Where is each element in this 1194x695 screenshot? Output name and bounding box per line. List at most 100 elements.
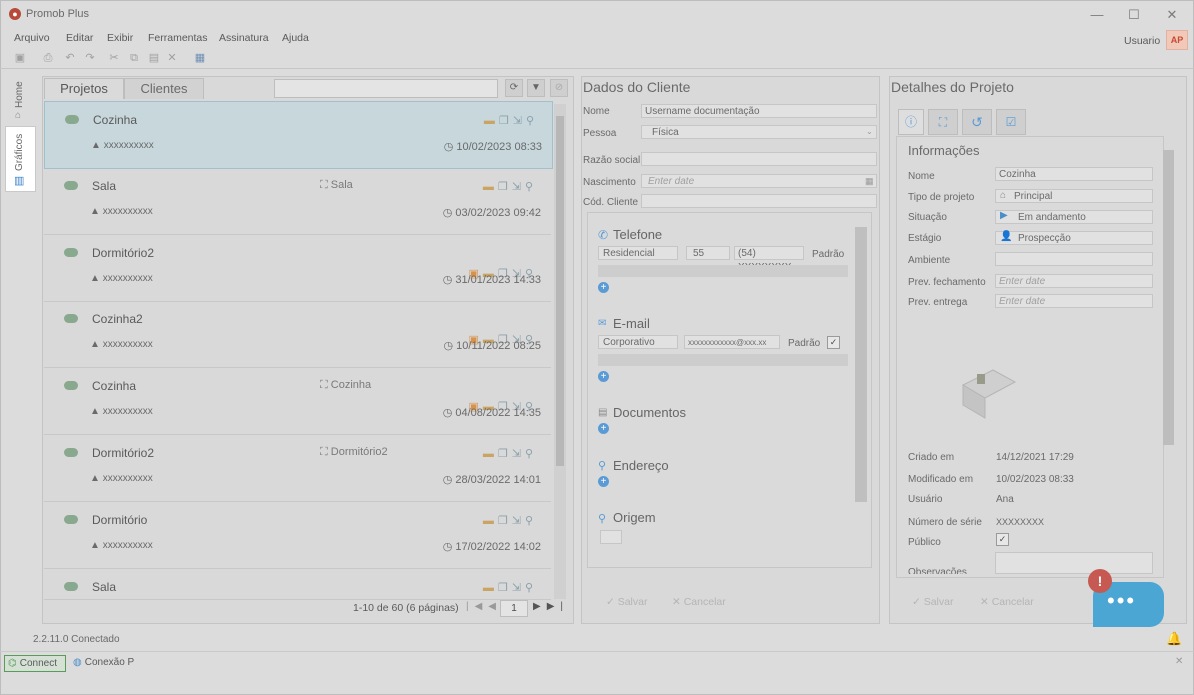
det-situacao-select[interactable]: Em andamento: [995, 210, 1153, 224]
email-padrao-checkbox[interactable]: ✓: [827, 336, 840, 349]
table-row[interactable]: Sala ⛶ Sala ▬❐⇲⚲ ▲ xxxxxxxxxx ◷ 03/02/2023 0…: [44, 168, 551, 235]
duplicate-icon[interactable]: ❐: [499, 115, 513, 127]
tab-clientes[interactable]: Clientes: [124, 78, 204, 99]
open-folder-icon[interactable]: ▬: [483, 181, 498, 193]
table-row[interactable]: Cozinha2 ▣▬❐⇲⚲ ▲ xxxxxxxxxx ◷ 10/11/2022 08…: [44, 301, 551, 368]
delete-icon[interactable]: ✕: [166, 52, 178, 64]
print-icon[interactable]: ⎙: [42, 52, 54, 64]
chat-alert-badge[interactable]: !: [1088, 569, 1112, 593]
add-telefone-button[interactable]: +: [598, 282, 609, 293]
tab-graficos[interactable]: Gráficos ▥: [5, 126, 36, 192]
export-icon[interactable]: ⇲: [512, 582, 525, 594]
details-scrollbar-thumb[interactable]: [1163, 150, 1174, 445]
telefone-number-input[interactable]: (54) XXXXXXXX: [734, 246, 804, 273]
email-type-select[interactable]: Corporativo: [598, 335, 678, 349]
save-icon[interactable]: ▣: [14, 52, 26, 64]
details-cancel-button[interactable]: ✕ Cancelar: [980, 596, 1034, 608]
det-tipo-select[interactable]: Principal: [995, 189, 1153, 203]
avatar[interactable]: AP: [1166, 30, 1188, 50]
calendar-icon[interactable]: ▦: [865, 176, 874, 187]
user-label[interactable]: Usuario: [1124, 35, 1160, 47]
telefone-ddi-select[interactable]: 55: [686, 246, 730, 260]
bell-icon[interactable]: 🔔: [1166, 631, 1182, 647]
contacts-scrollbar-thumb[interactable]: [855, 227, 867, 502]
checklist-tab-icon[interactable]: ☑: [996, 109, 1026, 135]
menu-arquivo[interactable]: Arquivo: [14, 32, 50, 44]
menu-ferramentas[interactable]: Ferramentas: [148, 32, 208, 44]
det-prevent-input[interactable]: Enter date: [995, 294, 1153, 308]
open-folder-icon[interactable]: ▬: [483, 448, 498, 460]
det-publico-checkbox[interactable]: ✓: [996, 533, 1009, 546]
close-button[interactable]: ✕: [1162, 6, 1182, 24]
duplicate-icon[interactable]: ❐: [498, 582, 512, 594]
maximize-button[interactable]: ☐: [1124, 6, 1144, 24]
layout-icon[interactable]: ▦: [194, 52, 206, 64]
page-number-input[interactable]: 1: [500, 600, 528, 617]
det-obs-textarea[interactable]: [995, 552, 1153, 574]
clear-filter-button[interactable]: ⊘: [550, 79, 568, 97]
paste-icon[interactable]: ▤: [148, 52, 160, 64]
table-row[interactable]: Sala ▬❐⇲⚲: [44, 569, 551, 600]
email-scrollbar[interactable]: [598, 354, 848, 366]
share-icon[interactable]: ⚲: [526, 115, 538, 127]
tab-connect[interactable]: ⌬ Connect: [4, 655, 66, 672]
export-icon[interactable]: ⇲: [512, 181, 525, 193]
open-folder-icon[interactable]: ▬: [483, 582, 498, 594]
export-icon[interactable]: ⇲: [512, 448, 525, 460]
export-icon[interactable]: ⇲: [512, 515, 525, 527]
table-row[interactable]: Dormitório ▬❐⇲⚲ ▲ xxxxxxxxxx ◷ 17/02/2022 1…: [44, 502, 551, 569]
copy-icon[interactable]: ⧉: [128, 52, 140, 64]
tab-projetos[interactable]: Projetos: [44, 78, 124, 99]
scrollbar-thumb[interactable]: [556, 116, 564, 466]
hierarchy-tab-icon[interactable]: ⛶: [928, 109, 958, 135]
share-icon[interactable]: ⚲: [525, 582, 537, 594]
table-row[interactable]: Cozinha ⛶ Cozinha ▣▬❐⇲⚲ ▲ xxxxxxxxxx ◷ 04/08…: [44, 368, 551, 435]
telefone-scrollbar[interactable]: [598, 265, 848, 277]
duplicate-icon[interactable]: ❐: [498, 515, 512, 527]
codigo-cliente-input[interactable]: [641, 194, 877, 208]
det-prevfech-input[interactable]: Enter date: [995, 274, 1153, 288]
project-search-input[interactable]: [274, 79, 498, 98]
add-endereco-button[interactable]: +: [598, 476, 609, 487]
client-save-button[interactable]: ✓ Salvar: [606, 596, 647, 608]
history-tab-icon[interactable]: ↺: [962, 109, 992, 135]
table-row[interactable]: Cozinha ▬❐⇲⚲ ▲ xxxxxxxxxx ◷ 10/02/2023 08:3…: [44, 101, 553, 169]
duplicate-icon[interactable]: ❐: [498, 448, 512, 460]
razao-social-input[interactable]: [641, 152, 877, 166]
info-tab-icon[interactable]: ⓘ: [898, 109, 924, 135]
project-list-scrollbar[interactable]: [554, 104, 566, 599]
open-folder-icon[interactable]: ▬: [484, 115, 499, 127]
add-documento-button[interactable]: +: [598, 423, 609, 434]
email-address-input[interactable]: xxxxxxxxxxxx@xxx.xx: [684, 335, 780, 349]
export-icon[interactable]: ⇲: [513, 115, 526, 127]
origem-select[interactable]: [600, 530, 622, 544]
client-cancel-button[interactable]: ✕ Cancelar: [672, 596, 726, 608]
telefone-type-select[interactable]: Residencial: [598, 246, 678, 260]
nascimento-input[interactable]: Enter date: [641, 174, 877, 188]
pessoa-select[interactable]: Física: [641, 125, 877, 139]
menu-exibir[interactable]: Exibir: [107, 32, 133, 44]
pager-next-icon[interactable]: ▶▶|: [533, 601, 569, 612]
tab-conexao-p[interactable]: ◍ Conexão P: [70, 655, 160, 670]
cut-icon[interactable]: ✂: [108, 52, 120, 64]
table-row[interactable]: Dormitório2 ▣▬❐⇲⚲ ▲ xxxxxxxxxx ◷ 31/01/2023…: [44, 235, 551, 302]
share-icon[interactable]: ⚲: [525, 515, 537, 527]
refresh-button[interactable]: ⟳: [505, 79, 523, 97]
det-ambiente-select[interactable]: [995, 252, 1153, 266]
undo-icon[interactable]: ↶: [64, 52, 76, 64]
add-email-button[interactable]: +: [598, 371, 609, 382]
table-row[interactable]: Dormitório2 ⛶ Dormitório2 ▬❐⇲⚲ ▲ xxxxxxxxxx…: [44, 435, 551, 502]
close-panel-icon[interactable]: ✕: [1175, 656, 1183, 667]
menu-editar[interactable]: Editar: [66, 32, 93, 44]
open-folder-icon[interactable]: ▬: [483, 515, 498, 527]
share-icon[interactable]: ⚲: [525, 181, 537, 193]
redo-icon[interactable]: ↷: [84, 52, 96, 64]
menu-ajuda[interactable]: Ajuda: [282, 32, 309, 44]
details-save-button[interactable]: ✓ Salvar: [912, 596, 953, 608]
pager-prev-icon[interactable]: |◀◀: [466, 601, 502, 612]
filter-button[interactable]: ▼: [527, 79, 545, 97]
det-estagio-select[interactable]: Prospecção: [995, 231, 1153, 245]
minimize-button[interactable]: —: [1087, 6, 1107, 24]
share-icon[interactable]: ⚲: [525, 448, 537, 460]
nome-input[interactable]: Username documentação: [641, 104, 877, 118]
